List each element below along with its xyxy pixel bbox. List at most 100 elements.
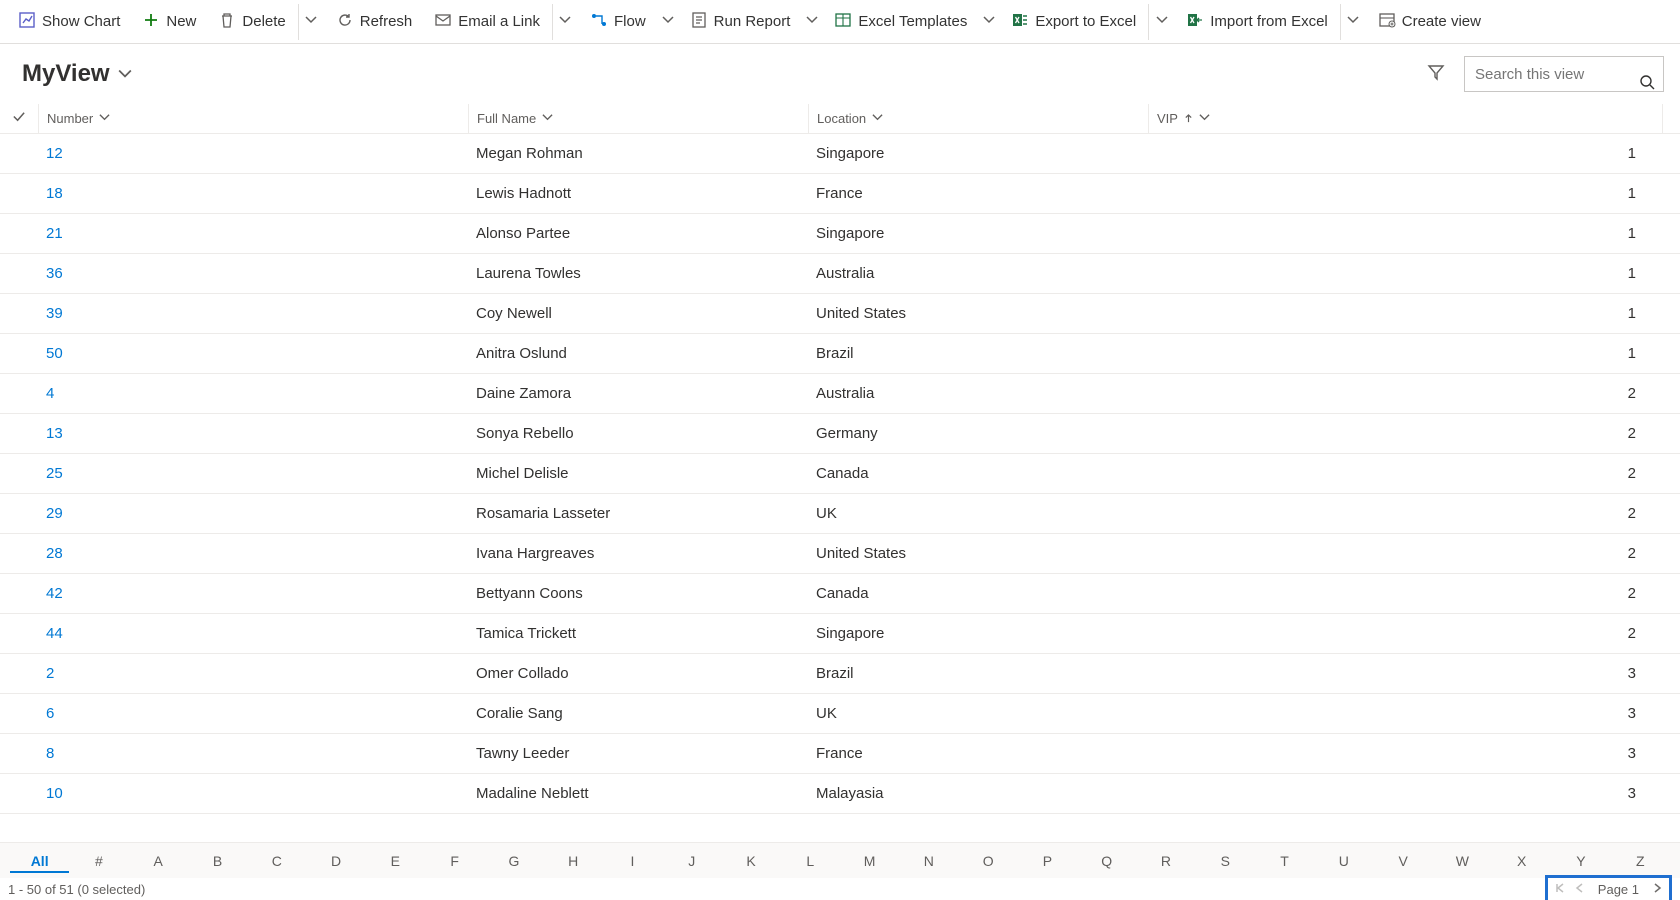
record-link[interactable]: 2 — [46, 665, 54, 682]
record-link[interactable]: 12 — [46, 145, 63, 162]
view-selector[interactable]: MyView — [22, 60, 132, 88]
chart-icon — [18, 11, 36, 33]
pager-prev[interactable] — [1574, 882, 1586, 897]
record-link[interactable]: 50 — [46, 345, 63, 362]
excel-templates-dropdown[interactable] — [979, 4, 999, 40]
alpha-w[interactable]: W — [1433, 849, 1492, 873]
export-excel-button[interactable]: Export to Excel — [1001, 4, 1146, 40]
email-icon — [434, 11, 452, 33]
alpha-q[interactable]: Q — [1077, 849, 1136, 873]
record-link[interactable]: 39 — [46, 305, 63, 322]
table-row[interactable]: 13Sonya RebelloGermany2 — [0, 414, 1680, 454]
record-link[interactable]: 6 — [46, 705, 54, 722]
pager-first[interactable] — [1554, 882, 1566, 897]
record-link[interactable]: 28 — [46, 545, 63, 562]
next-page-icon — [1651, 882, 1663, 897]
email-link-button[interactable]: Email a Link — [424, 4, 550, 40]
table-row[interactable]: 36Laurena TowlesAustralia1 — [0, 254, 1680, 294]
cell-location: France — [808, 185, 1148, 202]
create-view-button[interactable]: Create view — [1368, 4, 1491, 40]
table-row[interactable]: 10Madaline NeblettMalayasia3 — [0, 774, 1680, 814]
table-row[interactable]: 28Ivana HargreavesUnited States2 — [0, 534, 1680, 574]
alpha-hash[interactable]: # — [69, 849, 128, 873]
chevron-down-icon — [542, 111, 553, 126]
cell-full-name: Madaline Neblett — [468, 785, 808, 802]
alpha-v[interactable]: V — [1373, 849, 1432, 873]
alpha-m[interactable]: M — [840, 849, 899, 873]
alpha-g[interactable]: G — [484, 849, 543, 873]
alpha-x[interactable]: X — [1492, 849, 1551, 873]
alpha-all[interactable]: All — [10, 849, 69, 873]
record-link[interactable]: 25 — [46, 465, 63, 482]
import-excel-split[interactable] — [1340, 4, 1366, 40]
new-button[interactable]: New — [132, 4, 206, 40]
record-link[interactable]: 21 — [46, 225, 63, 242]
table-row[interactable]: 2Omer ColladoBrazil3 — [0, 654, 1680, 694]
table-row[interactable]: 39Coy NewellUnited States1 — [0, 294, 1680, 334]
alpha-u[interactable]: U — [1314, 849, 1373, 873]
alpha-e[interactable]: E — [366, 849, 425, 873]
alpha-l[interactable]: L — [781, 849, 840, 873]
show-chart-button[interactable]: Show Chart — [8, 4, 130, 40]
alpha-a[interactable]: A — [129, 849, 188, 873]
col-full-name[interactable]: Full Name — [468, 104, 808, 133]
table-row[interactable]: 21Alonso ParteeSingapore1 — [0, 214, 1680, 254]
record-link[interactable]: 10 — [46, 785, 63, 802]
record-link[interactable]: 44 — [46, 625, 63, 642]
alpha-d[interactable]: D — [306, 849, 365, 873]
table-row[interactable]: 50Anitra OslundBrazil1 — [0, 334, 1680, 374]
alpha-s[interactable]: S — [1196, 849, 1255, 873]
table-row[interactable]: 44Tamica TrickettSingapore2 — [0, 614, 1680, 654]
flow-button[interactable]: Flow — [580, 4, 656, 40]
table-row[interactable]: 12Megan RohmanSingapore1 — [0, 134, 1680, 174]
pager-next[interactable] — [1651, 882, 1663, 897]
search-input[interactable] — [1465, 57, 1663, 91]
alpha-c[interactable]: C — [247, 849, 306, 873]
email-link-split[interactable] — [552, 4, 578, 40]
flow-dropdown[interactable] — [658, 4, 678, 40]
alpha-i[interactable]: I — [603, 849, 662, 873]
record-link[interactable]: 42 — [46, 585, 63, 602]
run-report-button[interactable]: Run Report — [680, 4, 801, 40]
cell-vip: 1 — [1148, 225, 1662, 242]
filter-button[interactable] — [1420, 63, 1452, 85]
run-report-dropdown[interactable] — [802, 4, 822, 40]
alpha-o[interactable]: O — [959, 849, 1018, 873]
table-row[interactable]: 4Daine ZamoraAustralia2 — [0, 374, 1680, 414]
table-row[interactable]: 6Coralie SangUK3 — [0, 694, 1680, 734]
record-link[interactable]: 8 — [46, 745, 54, 762]
alpha-y[interactable]: Y — [1551, 849, 1610, 873]
alpha-r[interactable]: R — [1136, 849, 1195, 873]
alpha-t[interactable]: T — [1255, 849, 1314, 873]
record-link[interactable]: 4 — [46, 385, 54, 402]
excel-templates-button[interactable]: Excel Templates — [824, 4, 977, 40]
alpha-p[interactable]: P — [1018, 849, 1077, 873]
record-link[interactable]: 36 — [46, 265, 63, 282]
delete-button[interactable]: Delete — [208, 4, 295, 40]
col-vip[interactable]: VIP — [1148, 104, 1662, 133]
alpha-z[interactable]: Z — [1611, 849, 1670, 873]
col-location[interactable]: Location — [808, 104, 1148, 133]
export-excel-split[interactable] — [1148, 4, 1174, 40]
refresh-button[interactable]: Refresh — [326, 4, 423, 40]
record-link[interactable]: 18 — [46, 185, 63, 202]
table-row[interactable]: 8Tawny LeederFrance3 — [0, 734, 1680, 774]
alpha-n[interactable]: N — [899, 849, 958, 873]
table-row[interactable]: 18Lewis HadnottFrance1 — [0, 174, 1680, 214]
table-row[interactable]: 42Bettyann CoonsCanada2 — [0, 574, 1680, 614]
import-excel-button[interactable]: Import from Excel — [1176, 4, 1338, 40]
record-link[interactable]: 29 — [46, 505, 63, 522]
new-label: New — [166, 13, 196, 30]
alpha-j[interactable]: J — [662, 849, 721, 873]
alpha-f[interactable]: F — [425, 849, 484, 873]
col-number[interactable]: Number — [38, 104, 468, 133]
delete-split[interactable] — [298, 4, 324, 40]
table-row[interactable]: 25Michel DelisleCanada2 — [0, 454, 1680, 494]
select-all-checkbox[interactable] — [0, 104, 38, 133]
table-row[interactable]: 29Rosamaria LasseterUK2 — [0, 494, 1680, 534]
alpha-b[interactable]: B — [188, 849, 247, 873]
search-box[interactable] — [1464, 56, 1664, 92]
alpha-h[interactable]: H — [544, 849, 603, 873]
record-link[interactable]: 13 — [46, 425, 63, 442]
alpha-k[interactable]: K — [721, 849, 780, 873]
